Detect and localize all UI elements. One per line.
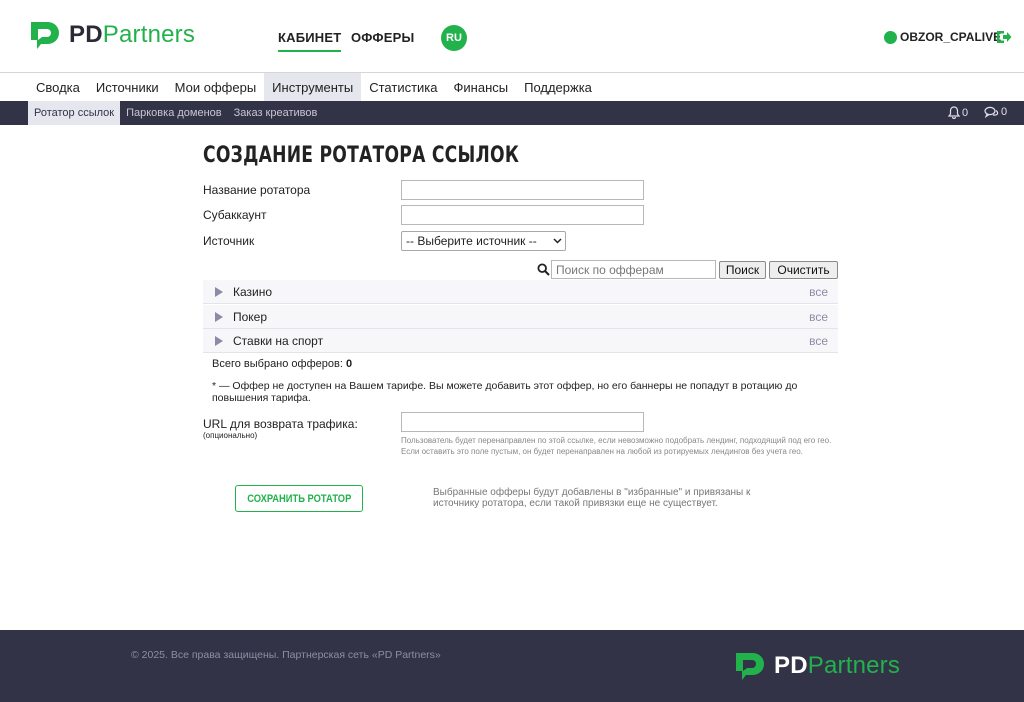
rotator-name-label: Название ротатора [203, 183, 311, 197]
source-label: Источник [203, 234, 255, 248]
online-status-icon [884, 30, 897, 44]
select-all-link[interactable]: все [809, 334, 828, 348]
footer: © 2025. Все права защищены. Партнерская … [0, 630, 1024, 702]
expand-arrow-icon [215, 286, 223, 297]
language-switch[interactable]: RU [441, 25, 467, 51]
header: PDPartners КАБИНЕТ ОФФЕРЫ RU OBZOR_CPALI… [0, 0, 1024, 73]
footer-logo[interactable]: PDPartners [733, 650, 900, 682]
expand-arrow-icon [215, 311, 223, 322]
messages-count: 0 [1001, 106, 1008, 118]
subaccount-label: Субаккаунт [203, 208, 267, 222]
category-name: Казино [233, 284, 273, 299]
expand-arrow-icon [215, 335, 223, 346]
main-nav-item-summary[interactable]: Сводка [28, 73, 88, 101]
source-select-value: -- Выберите источник -- [406, 234, 537, 248]
main-nav-item-sources[interactable]: Источники [88, 73, 167, 101]
category-row-poker[interactable]: Покер все [203, 305, 838, 329]
sub-nav-item-domain-parking[interactable]: Парковка доменов [120, 101, 228, 125]
clear-button[interactable]: Очистить [769, 261, 838, 279]
category-name: Ставки на спорт [233, 333, 324, 348]
sub-nav: Ротатор ссылок Парковка доменов Заказ кр… [0, 101, 1024, 125]
offer-search-input[interactable] [551, 260, 716, 279]
bell-icon [948, 106, 960, 119]
sub-nav-item-creatives-order[interactable]: Заказ креативов [228, 101, 324, 125]
nav-cabinet[interactable]: КАБИНЕТ [278, 30, 342, 52]
category-row-casino[interactable]: Казино все [203, 280, 838, 304]
subaccount-input[interactable] [401, 205, 644, 225]
footer-logo-text: PDPartners [774, 652, 901, 679]
selected-offers-label: Всего выбрано офферов: [212, 358, 343, 370]
logo-text: PDPartners [69, 21, 196, 48]
main-nav-item-my-offers[interactable]: Мои офферы [167, 73, 265, 101]
notifications-button[interactable]: 0 [948, 106, 968, 119]
return-url-input[interactable] [401, 412, 644, 432]
save-rotator-button[interactable]: Сохранить ротатор [235, 485, 363, 512]
tariff-note: * — Оффер не доступен на Вашем тарифе. В… [212, 380, 798, 404]
pd-logo-icon [736, 653, 764, 680]
source-select[interactable]: -- Выберите источник -- [401, 231, 566, 251]
selected-offers-total: Всего выбрано офферов: 0 [212, 358, 352, 370]
select-all-link[interactable]: все [809, 310, 828, 324]
select-all-link[interactable]: все [809, 285, 828, 299]
page-title: Создание ротатора ссылок [203, 143, 520, 168]
main-nav-item-finance[interactable]: Финансы [446, 73, 517, 101]
category-row-sports-betting[interactable]: Ставки на спорт все [203, 329, 838, 353]
category-name: Покер [233, 309, 268, 324]
username: OBZOR_CPALIVE [900, 30, 1002, 44]
rotator-name-input[interactable] [401, 180, 644, 200]
nav-offers[interactable]: ОФФЕРЫ [351, 30, 414, 45]
search-button[interactable]: Поиск [719, 261, 766, 279]
notifications-count: 0 [962, 106, 969, 119]
return-url-help: Пользователь будет перенаправлен по этой… [401, 436, 832, 456]
user-menu[interactable]: OBZOR_CPALIVE [884, 30, 1001, 44]
save-note: Выбранные офферы будут добавлены в "избр… [433, 487, 751, 509]
sub-nav-item-link-rotator[interactable]: Ротатор ссылок [28, 101, 121, 125]
logout-icon[interactable] [996, 30, 1012, 44]
messages-button[interactable]: 0 [984, 106, 1007, 118]
chevron-down-icon [553, 238, 562, 244]
main-nav-item-statistics[interactable]: Статистика [361, 73, 445, 101]
logo[interactable]: PDPartners [28, 19, 195, 51]
pd-logo-icon [31, 22, 59, 49]
return-url-optional-label: (опционально) [203, 431, 258, 440]
main-nav-item-tools[interactable]: Инструменты [264, 73, 362, 101]
return-url-label: URL для возврата трафика: [203, 417, 358, 431]
main-nav: Сводка Источники Мои офферы Инструменты … [28, 73, 600, 101]
chat-icon [984, 106, 999, 118]
search-icon [537, 263, 550, 276]
main-nav-item-support[interactable]: Поддержка [516, 73, 600, 101]
save-rotator-label: Сохранить ротатор [246, 492, 352, 505]
selected-offers-count: 0 [345, 358, 353, 370]
copyright: © 2025. Все права защищены. Партнерская … [131, 649, 441, 661]
